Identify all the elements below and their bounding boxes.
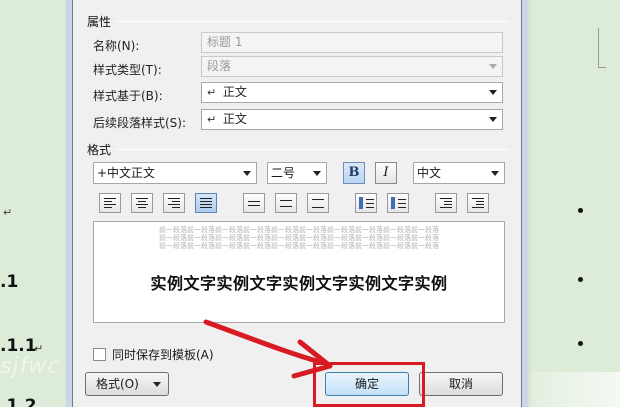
cancel-button-label: 取消 bbox=[448, 377, 473, 391]
align-left-button[interactable] bbox=[99, 193, 121, 213]
space-after-button[interactable] bbox=[387, 193, 409, 213]
italic-button[interactable]: I bbox=[375, 162, 397, 184]
ok-button-highlight bbox=[313, 362, 425, 407]
format-menu-button[interactable]: 格式(O) bbox=[85, 372, 169, 396]
script-select[interactable]: 中文 bbox=[413, 162, 505, 184]
chevron-down-icon bbox=[489, 64, 497, 69]
bold-icon: B bbox=[348, 165, 360, 180]
save-to-template-checkbox[interactable] bbox=[93, 348, 106, 361]
one-half-spacing-button[interactable] bbox=[275, 193, 297, 213]
space-before-button[interactable] bbox=[355, 193, 377, 213]
bullet-point bbox=[578, 277, 583, 282]
based-on-value: 正文 bbox=[222, 85, 247, 99]
double-spacing-button[interactable] bbox=[307, 193, 329, 213]
font-size-select[interactable]: 二号 bbox=[267, 162, 327, 184]
paragraph-mark: ↵ bbox=[3, 206, 13, 219]
following-style-label: 后续段落样式(S): bbox=[93, 116, 187, 130]
heading-number: .1.2 bbox=[0, 396, 37, 407]
paragraph-return-icon: ↵ bbox=[207, 86, 217, 99]
font-size-value: 二号 bbox=[271, 166, 296, 180]
section-divider bbox=[117, 149, 509, 150]
watermark: sjfwc bbox=[0, 354, 61, 379]
chevron-down-icon bbox=[243, 171, 251, 176]
align-right-button[interactable] bbox=[163, 193, 185, 213]
chevron-down-icon bbox=[489, 90, 497, 95]
bullet-point bbox=[578, 341, 583, 346]
align-center-button[interactable] bbox=[131, 193, 153, 213]
chevron-down-icon bbox=[489, 117, 497, 122]
section-divider bbox=[117, 21, 509, 22]
following-style-select[interactable]: ↵ 正文 bbox=[201, 109, 503, 130]
increase-indent-button[interactable] bbox=[467, 193, 489, 213]
justify-button[interactable] bbox=[195, 193, 217, 213]
format-button-label: 格式(O) bbox=[96, 377, 139, 391]
properties-section-label: 属性 bbox=[87, 15, 112, 29]
font-select[interactable]: +中文正文 bbox=[93, 162, 257, 184]
cancel-button[interactable]: 取消 bbox=[419, 372, 503, 396]
style-type-value: 段落 bbox=[207, 59, 232, 73]
format-section-label: 格式 bbox=[87, 143, 112, 157]
based-on-label: 样式基于(B): bbox=[93, 89, 163, 103]
following-style-value: 正文 bbox=[222, 112, 247, 126]
bold-button[interactable]: B bbox=[343, 162, 365, 184]
font-value: +中文正文 bbox=[97, 166, 156, 180]
single-spacing-button[interactable] bbox=[243, 193, 265, 213]
heading-number: .1.1 bbox=[0, 336, 37, 356]
italic-icon: I bbox=[383, 165, 389, 180]
name-label: 名称(N): bbox=[93, 39, 140, 53]
name-value: 标题 1 bbox=[207, 35, 243, 49]
preview-previous-paragraph: 前一段落前一段落前一段落前一段落前一段落前一段落前一段落前一段落前一段落前一段落… bbox=[159, 226, 439, 250]
preview-sample-text: 实例文字实例文字实例文字实例文字实例 bbox=[150, 274, 448, 293]
style-type-select[interactable]: 段落 bbox=[201, 56, 503, 77]
chevron-down-icon bbox=[491, 171, 499, 176]
decrease-indent-button[interactable] bbox=[435, 193, 457, 213]
chevron-down-icon bbox=[153, 382, 161, 387]
chevron-down-icon bbox=[313, 171, 321, 176]
script-value: 中文 bbox=[417, 166, 442, 180]
name-field[interactable]: 标题 1 bbox=[201, 32, 503, 53]
paragraph-return-icon: ↵ bbox=[207, 113, 217, 126]
bullet-point bbox=[578, 208, 583, 213]
style-type-label: 样式类型(T): bbox=[93, 63, 162, 77]
based-on-select[interactable]: ↵ 正文 bbox=[201, 82, 503, 103]
margin-corner-mark bbox=[598, 28, 606, 68]
heading-number: .1 bbox=[0, 272, 19, 292]
